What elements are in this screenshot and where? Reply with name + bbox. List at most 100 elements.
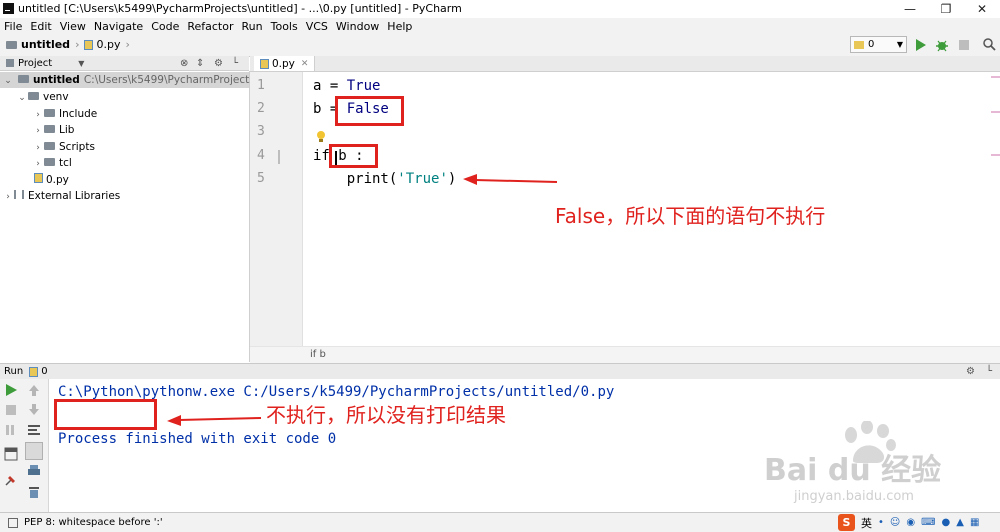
chevron-right-icon[interactable]: ›: [32, 123, 44, 139]
sogou-ime-icon[interactable]: S: [838, 514, 855, 531]
menu-edit[interactable]: Edit: [30, 20, 51, 33]
fold-marker-icon[interactable]: [278, 150, 280, 164]
tree-item-tcl[interactable]: › tcl: [32, 155, 72, 171]
tree-item-external-libraries[interactable]: › External Libraries: [2, 188, 120, 204]
minimize-icon[interactable]: —: [892, 0, 928, 18]
hide-panel-icon[interactable]: └: [232, 58, 238, 69]
menu-file[interactable]: File: [4, 20, 22, 33]
run-panel-config[interactable]: 0: [41, 366, 47, 377]
close-tab-icon[interactable]: ✕: [301, 59, 309, 69]
code-string: 'True': [397, 171, 448, 187]
ime-mode[interactable]: 英: [861, 515, 872, 531]
rerun-icon[interactable]: [4, 383, 18, 397]
toolbox-icon[interactable]: ▦: [970, 517, 979, 528]
arrow-up-icon[interactable]: [27, 383, 41, 397]
pause-icon[interactable]: [6, 425, 9, 435]
chevron-down-icon[interactable]: ⌄: [16, 90, 28, 106]
watermark-brand: Bai du 经验: [764, 453, 942, 488]
menu-refactor[interactable]: Refactor: [187, 20, 233, 33]
skin-icon[interactable]: ▲: [956, 517, 964, 528]
tree-item-lib[interactable]: › Lib: [32, 122, 74, 138]
emoji-icon[interactable]: ☺: [890, 517, 900, 528]
stop-icon[interactable]: [6, 405, 16, 415]
editor-breadcrumb: if b: [250, 346, 1000, 363]
restore-icon[interactable]: ❐: [928, 0, 964, 18]
chevron-right-icon[interactable]: ›: [32, 107, 44, 123]
tab-label: 0.py: [272, 57, 295, 70]
pin-icon[interactable]: [4, 473, 18, 487]
chevron-right-icon[interactable]: ›: [32, 156, 44, 172]
hide-panel-icon[interactable]: └: [986, 366, 992, 377]
menu-help[interactable]: Help: [387, 20, 412, 33]
gear-icon[interactable]: ⚙: [214, 58, 223, 69]
line-number: 2: [257, 101, 265, 116]
gear-icon[interactable]: ⚙: [966, 366, 975, 377]
menu-vcs[interactable]: VCS: [306, 20, 328, 33]
chevron-down-icon: ▼: [896, 40, 903, 49]
restore-layout-icon[interactable]: [4, 447, 18, 461]
project-tree: ⌄ untitled C:\Users\k5499\PycharmProjects\…: [0, 71, 292, 362]
code-line-5: print('True'): [313, 171, 457, 187]
breadcrumb-file[interactable]: 0.py: [96, 38, 120, 51]
python-file-icon: [29, 366, 39, 377]
chevron-down-icon[interactable]: ▼: [78, 59, 84, 68]
scroll-to-end-icon[interactable]: [25, 442, 43, 460]
tree-item-root[interactable]: ⌄ untitled C:\Users\k5499\PycharmProjects\…: [0, 72, 292, 89]
project-panel-title[interactable]: Project: [18, 58, 52, 69]
menu-tools[interactable]: Tools: [271, 20, 298, 33]
keyboard-icon[interactable]: ⌨: [921, 517, 935, 528]
print-icon[interactable]: [27, 464, 41, 478]
menu-window[interactable]: Window: [336, 20, 379, 33]
toggle-tool-windows-icon[interactable]: [8, 517, 18, 528]
chevron-right-icon[interactable]: ›: [32, 140, 44, 156]
python-file-icon: [84, 39, 94, 50]
tree-item-label: 0.py: [46, 174, 69, 186]
menu-run[interactable]: Run: [242, 20, 263, 33]
code-editor[interactable]: a = True b = False if b : print('True') …: [303, 72, 1000, 346]
tree-item-include[interactable]: › Include: [32, 106, 97, 122]
tree-item-venv[interactable]: ⌄ venv: [16, 89, 68, 106]
user-icon[interactable]: ●: [942, 517, 951, 528]
system-tray: S 英 • ☺ ◉ ⌨ ● ▲ ▦: [838, 514, 979, 531]
editor-breadcrumb-text[interactable]: if b: [310, 349, 326, 360]
scroll-from-source-icon[interactable]: ⇕: [196, 58, 204, 69]
error-stripe-marker[interactable]: [991, 111, 1000, 113]
console-line-exit: Process finished with exit code 0: [58, 431, 337, 447]
menu-view[interactable]: View: [60, 20, 86, 33]
chevron-down-icon[interactable]: ⌄: [2, 73, 14, 89]
pause-icon[interactable]: [11, 425, 14, 435]
folder-icon: [44, 142, 55, 150]
run-config-select[interactable]: 0 ▼: [850, 36, 907, 53]
close-icon[interactable]: ✕: [964, 0, 1000, 18]
editor-gutter: 1 2 3 4 5: [250, 72, 303, 346]
tree-item-scripts[interactable]: › Scripts: [32, 139, 95, 155]
annotation-arrow-icon: [167, 415, 262, 426]
debug-icon[interactable]: [935, 38, 949, 52]
tab-0py[interactable]: 0.py ✕: [254, 56, 316, 71]
error-stripe-marker[interactable]: [991, 154, 1000, 156]
lightbulb-icon[interactable]: [316, 130, 326, 143]
stop-icon[interactable]: [959, 40, 969, 50]
run-console[interactable]: C:\Python\pythonw.exe C:/Users/k5499/Pyc…: [49, 379, 1000, 512]
pycharm-app-icon: [3, 3, 14, 14]
microphone-icon[interactable]: ◉: [906, 517, 915, 528]
menu-code[interactable]: Code: [151, 20, 179, 33]
menu-navigate[interactable]: Navigate: [94, 20, 143, 33]
run-toolbar: [0, 379, 49, 512]
tree-item-label: Lib: [59, 124, 75, 136]
error-stripe-marker[interactable]: [991, 76, 1000, 78]
search-icon[interactable]: [983, 38, 996, 51]
trash-icon[interactable]: [27, 485, 41, 499]
folder-icon: [44, 109, 55, 117]
project-icon: [6, 59, 14, 67]
annotation-console-note: 不执行，所以没有打印结果: [266, 403, 506, 427]
soft-wrap-icon[interactable]: [27, 423, 41, 437]
collapse-all-icon[interactable]: ⊗: [180, 58, 188, 69]
run-icon[interactable]: [915, 39, 926, 51]
tree-item-file-0py[interactable]: 0.py: [34, 172, 69, 188]
run-panel-title[interactable]: Run: [4, 366, 23, 377]
breadcrumb-project[interactable]: untitled: [21, 38, 70, 51]
chevron-right-icon[interactable]: ›: [2, 189, 14, 205]
punctuation-icon[interactable]: •: [878, 517, 884, 528]
arrow-down-icon[interactable]: [27, 403, 41, 417]
